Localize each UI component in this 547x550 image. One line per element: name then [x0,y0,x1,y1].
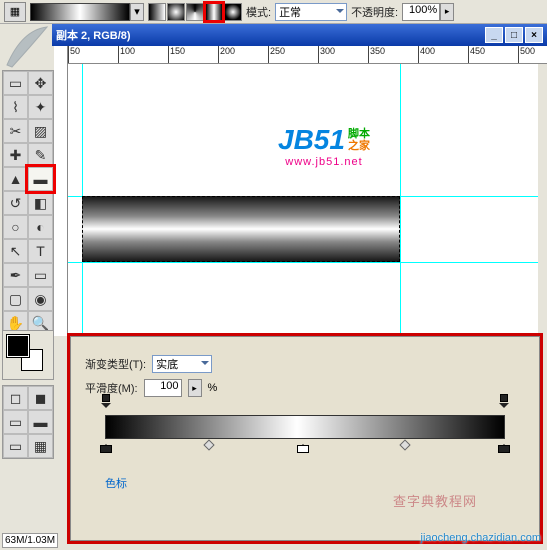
eyedropper-tool[interactable]: ◉ [28,287,53,311]
opacity-input[interactable]: 100% [402,3,440,21]
logo-text: JB51 [278,124,345,155]
pen-tool[interactable]: ✒ [3,263,28,287]
screen-std[interactable]: ▭ [3,410,28,434]
color-stop-right[interactable] [498,439,510,453]
guide-vertical[interactable] [400,64,401,334]
color-stop-left[interactable] [100,439,112,453]
watermark-logo: JB51 脚本之家 www.jb51.net [278,124,370,168]
ruler-horizontal[interactable]: 5010015020025030035040045050055060065070… [68,46,547,64]
blur-tool[interactable]: ○ [3,215,28,239]
gradient-diamond-btn[interactable] [224,3,242,21]
document-titlebar[interactable]: 副本 2, RGB/8) _ □ × [52,24,547,46]
tool-preset-btn[interactable]: ▦ [4,2,26,22]
gradient-picker-arrow[interactable]: ▾ [130,3,144,21]
shape-tool[interactable]: ▭ [28,263,53,287]
foreground-color[interactable] [7,335,29,357]
opacity-control: 100% ▸ [402,3,454,21]
maximize-btn[interactable]: □ [505,27,523,43]
wand-tool[interactable]: ✦ [28,95,53,119]
color-stop-mid[interactable] [297,439,309,453]
quickmask-off[interactable]: ◻ [3,386,28,410]
gradient-editor-panel: 渐变类型(T): 实底 平滑度(M): 100 ▸ % 色标 [70,336,540,541]
screen-mode-group: ◻◼ ▭▬ ▭▦ [2,385,54,459]
quickmask-on[interactable]: ◼ [28,386,53,410]
imageready-btn[interactable]: ▦ [28,434,53,458]
type-tool[interactable]: T [28,239,53,263]
notes-tool[interactable]: ▢ [3,287,28,311]
minimize-btn[interactable]: _ [485,27,503,43]
gradient-reflected-btn[interactable] [205,3,223,21]
close-btn[interactable]: × [525,27,543,43]
watermark-url: jiaocheng.chazidian.com [421,532,541,544]
lasso-tool[interactable]: ⌇ [3,95,28,119]
heal-tool[interactable]: ✚ [3,143,28,167]
opacity-label: 不透明度: [351,4,398,20]
document-canvas[interactable]: JB51 脚本之家 www.jb51.net [68,64,538,334]
brush-tool[interactable]: ✎ [28,143,53,167]
opacity-stop-left[interactable] [101,403,111,413]
guide-horizontal[interactable] [68,262,538,263]
gradient-bar[interactable] [105,415,505,439]
gradient-tool[interactable]: ▬ [28,167,53,191]
smoothness-input[interactable]: 100 [144,379,182,397]
smoothness-label: 平滑度(M): [85,380,138,396]
slice-tool[interactable]: ▨ [28,119,53,143]
app-logo-feather [2,25,52,70]
move-tool[interactable]: ✥ [28,71,53,95]
color-stops-label: 色标 [105,475,525,491]
document-title: 副本 2, RGB/8) [56,27,131,43]
gradient-angle-btn[interactable] [186,3,204,21]
screen-full[interactable]: ▭ [3,434,28,458]
dodge-tool[interactable]: ◐ [28,215,53,239]
eraser-tool[interactable]: ◧ [28,191,53,215]
percent-label: % [208,382,218,394]
opacity-arrow[interactable]: ▸ [440,3,454,21]
mode-select[interactable]: 正常 [275,3,347,21]
toolbox: ▭✥ ⌇✦ ✂▨ ✚✎ ▲▬ ↺◧ ○◐ ↖T ✒▭ ▢◉ ✋🔍 [2,70,54,336]
midpoint-1[interactable] [203,439,214,450]
smoothness-arrow[interactable]: ▸ [188,379,202,397]
options-bar: ▦ ▾ 模式: 正常 不透明度: 100% ▸ [0,0,547,24]
marquee-tool[interactable]: ▭ [3,71,28,95]
watermark-2: 查字典教程网 [393,491,477,510]
gradient-linear-btn[interactable] [148,3,166,21]
ruler-vertical[interactable] [54,46,68,336]
screen-full-menu[interactable]: ▬ [28,410,53,434]
gradient-selection[interactable] [82,196,400,262]
path-select-tool[interactable]: ↖ [3,239,28,263]
gradient-preview-bar[interactable] [105,415,505,439]
mode-label: 模式: [246,4,271,20]
history-brush-tool[interactable]: ↺ [3,191,28,215]
color-swatches [2,330,54,380]
gradient-type-select[interactable]: 实底 [152,355,212,373]
logo-url: www.jb51.net [278,156,370,168]
gradient-type-group [148,3,242,21]
status-bar: 63M/1.03M [2,533,58,548]
stamp-tool[interactable]: ▲ [3,167,28,191]
gradient-picker[interactable]: ▾ [30,3,144,21]
crop-tool[interactable]: ✂ [3,119,28,143]
gradient-type-label: 渐变类型(T): [85,356,146,372]
opacity-stop-right[interactable] [499,403,509,413]
gradient-preview[interactable] [30,3,130,21]
midpoint-2[interactable] [399,439,410,450]
gradient-radial-btn[interactable] [167,3,185,21]
